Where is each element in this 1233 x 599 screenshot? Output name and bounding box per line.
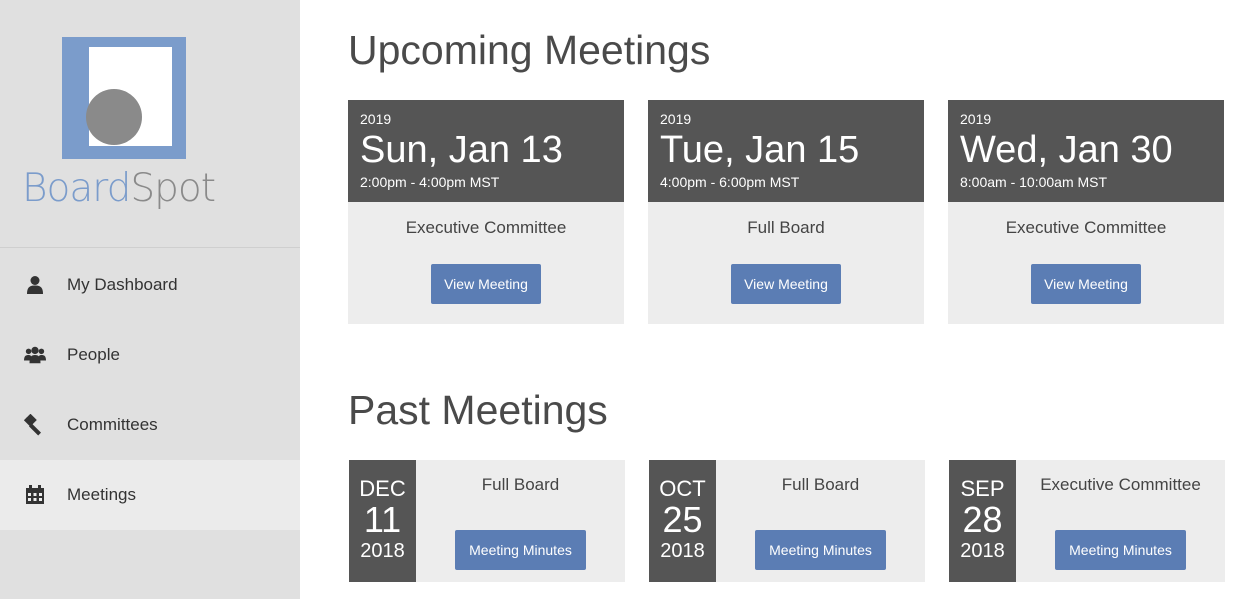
past-meeting-date-block: OCT 25 2018	[649, 460, 716, 582]
view-meeting-button[interactable]: View Meeting	[431, 264, 541, 304]
sidebar-item-my-dashboard[interactable]: My Dashboard	[0, 250, 300, 320]
user-icon	[24, 274, 46, 296]
logo-circle-icon	[86, 89, 142, 145]
meeting-date-header: 2019 Wed, Jan 30 8:00am - 10:00am MST	[948, 100, 1224, 202]
calendar-icon	[24, 484, 46, 506]
sidebar: BoardSpot My Dashboard People Committees…	[0, 0, 300, 599]
upcoming-meeting-card: 2019 Sun, Jan 13 2:00pm - 4:00pm MST Exe…	[348, 100, 624, 324]
meeting-year: 2019	[960, 111, 992, 127]
meeting-minutes-button[interactable]: Meeting Minutes	[755, 530, 886, 570]
meeting-date-header: 2019 Sun, Jan 13 2:00pm - 4:00pm MST	[348, 100, 624, 202]
view-meeting-button[interactable]: View Meeting	[731, 264, 841, 304]
meeting-date: Sun, Jan 13	[360, 129, 563, 171]
past-meeting-card: OCT 25 2018 Full Board Meeting Minutes	[649, 460, 925, 582]
past-meeting-day: 25	[662, 499, 703, 540]
boardspot-logo[interactable]: BoardSpot	[0, 0, 300, 248]
past-meeting-month: SEP	[960, 476, 1005, 501]
past-meeting-day: 28	[962, 499, 1003, 540]
meeting-date: Tue, Jan 15	[660, 129, 860, 171]
past-meeting-year: 2018	[360, 540, 405, 562]
past-meetings-title: Past Meetings	[348, 387, 608, 433]
upcoming-meetings-title: Upcoming Meetings	[348, 27, 711, 73]
past-meeting-month: DEC	[359, 476, 406, 501]
meeting-year: 2019	[360, 111, 392, 127]
meeting-minutes-button[interactable]: Meeting Minutes	[1055, 530, 1186, 570]
sidebar-item-label: Meetings	[67, 485, 136, 504]
meeting-name: Executive Committee	[1005, 218, 1167, 237]
past-meeting-card: SEP 28 2018 Executive Committee Meeting …	[949, 460, 1225, 582]
sidebar-item-people[interactable]: People	[0, 320, 300, 390]
sidebar-item-label: My Dashboard	[67, 275, 178, 294]
meeting-minutes-button[interactable]: Meeting Minutes	[455, 530, 586, 570]
past-meeting-year: 2018	[960, 540, 1005, 562]
past-meeting-month: OCT	[659, 476, 706, 501]
past-meeting-date-block: SEP 28 2018	[949, 460, 1016, 582]
meeting-date-header: 2019 Tue, Jan 15 4:00pm - 6:00pm MST	[648, 100, 924, 202]
meeting-time: 2:00pm - 4:00pm MST	[360, 174, 500, 190]
meeting-date: Wed, Jan 30	[960, 129, 1173, 171]
sidebar-item-committees[interactable]: Committees	[0, 390, 300, 460]
people-icon	[24, 344, 46, 366]
sidebar-item-label: People	[67, 345, 120, 364]
logo-wordmark: BoardSpot	[22, 166, 216, 211]
sidebar-item-meetings[interactable]: Meetings	[0, 460, 300, 530]
past-meeting-date-block: DEC 11 2018	[349, 460, 416, 582]
meeting-time: 4:00pm - 6:00pm MST	[660, 174, 800, 190]
past-meeting-day: 11	[363, 499, 402, 540]
upcoming-meeting-card: 2019 Wed, Jan 30 8:00am - 10:00am MST Ex…	[948, 100, 1224, 324]
sidebar-nav: My Dashboard People Committees Meetings	[0, 250, 300, 530]
gavel-icon	[24, 414, 46, 436]
past-meeting-name: Full Board	[481, 475, 560, 494]
past-meeting-name: Executive Committee	[1040, 475, 1201, 494]
upcoming-meeting-card: 2019 Tue, Jan 15 4:00pm - 6:00pm MST Ful…	[648, 100, 924, 324]
view-meeting-button[interactable]: View Meeting	[1031, 264, 1141, 304]
past-meeting-name: Full Board	[781, 475, 860, 494]
meeting-year: 2019	[660, 111, 692, 127]
past-meeting-year: 2018	[660, 540, 705, 562]
past-meeting-body: Executive Committee Meeting Minutes	[1016, 460, 1225, 582]
meeting-name: Full Board	[747, 218, 825, 237]
sidebar-item-label: Committees	[67, 415, 158, 434]
past-meeting-body: Full Board Meeting Minutes	[416, 460, 625, 582]
past-meeting-card: DEC 11 2018 Full Board Meeting Minutes	[349, 460, 625, 582]
past-meeting-body: Full Board Meeting Minutes	[716, 460, 925, 582]
meeting-time: 8:00am - 10:00am MST	[960, 174, 1108, 190]
meeting-name: Executive Committee	[405, 218, 567, 237]
